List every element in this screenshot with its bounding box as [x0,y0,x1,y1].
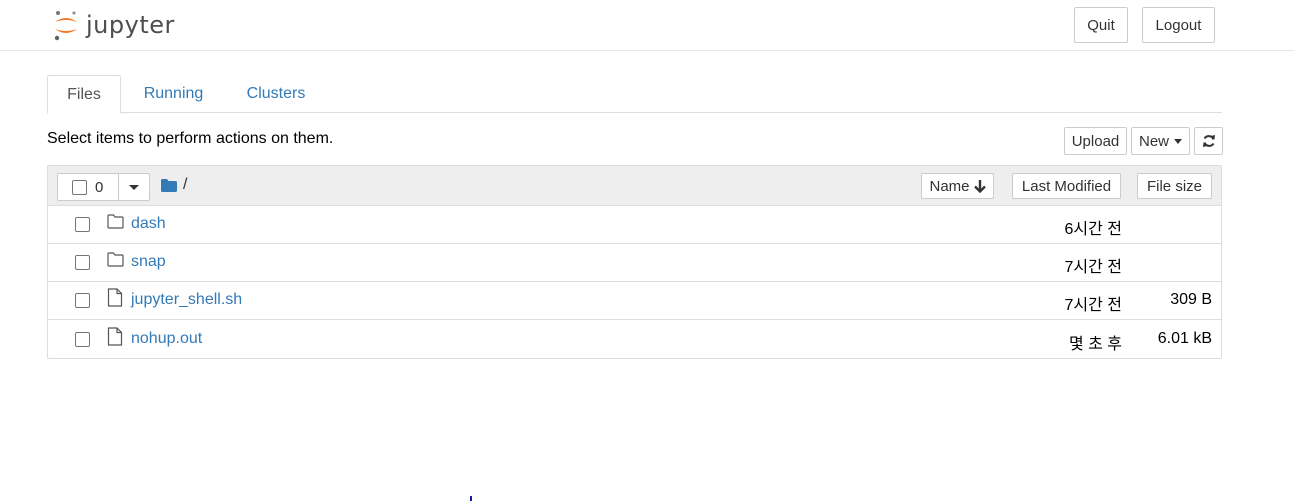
file-size: 309 B [1170,291,1212,308]
upload-button[interactable]: Upload [1064,127,1127,155]
sort-name-label: Name [929,177,970,195]
selection-hint: Select items to perform actions on them. [47,130,334,147]
new-button-label: New [1138,132,1169,150]
file-modified: 몇 초 후 [1068,336,1122,353]
tab-running[interactable]: Running [131,75,216,113]
breadcrumb-root[interactable]: / [183,176,187,194]
folder-outline-icon [107,252,124,267]
tab-files[interactable]: Files [47,75,121,114]
breadcrumb[interactable]: / [161,176,187,194]
caret-down-icon [1174,138,1182,144]
folder-icon [161,178,177,192]
file-outline-icon [107,327,123,346]
file-row[interactable]: nohup.out 몇 초 후 6.01 kB [48,321,1221,359]
row-checkbox[interactable] [75,217,90,232]
logout-button[interactable]: Logout [1142,7,1215,43]
file-name-link[interactable]: nohup.out [131,330,202,348]
logo-text: jupyter [86,11,175,39]
quit-button[interactable]: Quit [1074,7,1128,43]
file-name-link[interactable]: snap [131,253,166,271]
row-checkbox[interactable] [75,255,90,270]
file-modified: 7시간 전 [1064,297,1122,314]
new-button[interactable]: New [1131,127,1190,155]
row-checkbox[interactable] [75,332,90,347]
sort-by-size-button[interactable]: File size [1137,173,1212,199]
sort-by-name-button[interactable]: Name [921,173,994,199]
sort-by-modified-button[interactable]: Last Modified [1012,173,1121,199]
file-row[interactable]: jupyter_shell.sh 7시간 전 309 B [48,282,1221,320]
arrow-down-icon [973,179,986,193]
row-checkbox[interactable] [75,293,90,308]
caret-down-icon [129,184,139,190]
header: jupyter Quit Logout [0,0,1294,51]
file-modified: 6시간 전 [1064,221,1122,238]
jupyter-logo-icon [54,11,77,41]
folder-outline-icon [107,214,124,229]
refresh-icon [1202,135,1215,147]
select-all-checkbox[interactable] [72,179,87,195]
cursor-mark [470,496,472,501]
selected-count: 0 [95,178,104,196]
jupyter-logo[interactable]: jupyter [52,8,175,42]
file-row[interactable]: snap 7시간 전 [48,244,1221,282]
file-name-link[interactable]: jupyter_shell.sh [131,291,242,309]
tab-bar: Files Running Clusters [47,75,1222,114]
select-all-group: 0 [57,173,150,201]
file-size: 6.01 kB [1157,330,1212,347]
tab-clusters[interactable]: Clusters [231,75,321,113]
select-all-button[interactable]: 0 [57,173,119,201]
file-row[interactable]: dash 6시간 전 [48,206,1221,244]
file-outline-icon [107,288,123,307]
select-menu-toggle[interactable] [119,173,150,201]
file-name-link[interactable]: dash [131,215,166,233]
file-list-header: 0 / Name Last Modified File size [48,166,1221,206]
refresh-button[interactable] [1194,127,1223,155]
file-list: 0 / Name Last Modified File size dash 6시… [47,165,1222,359]
file-modified: 7시간 전 [1064,259,1122,276]
